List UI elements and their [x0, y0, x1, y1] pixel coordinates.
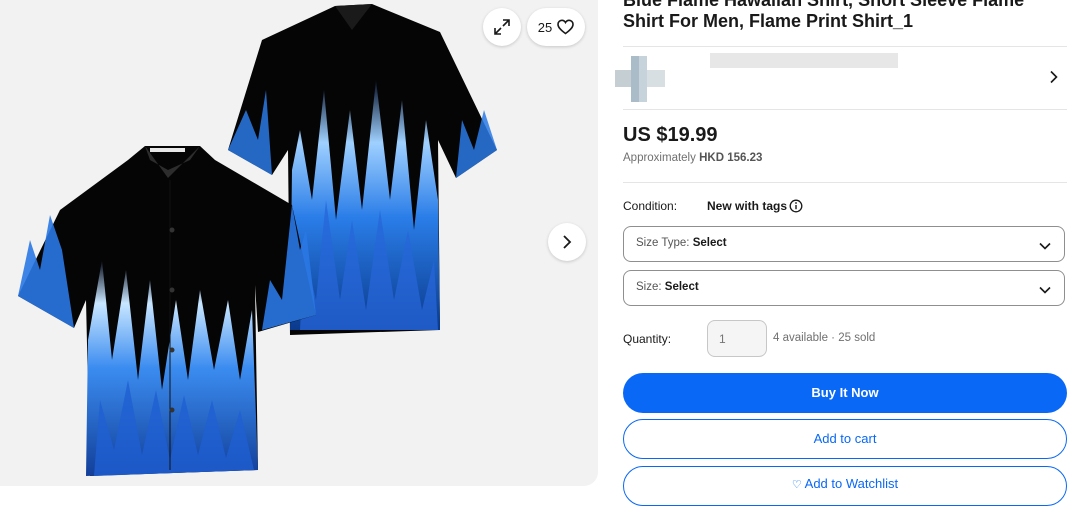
info-icon[interactable] — [789, 199, 803, 213]
product-image[interactable] — [0, 0, 598, 486]
condition-value: New with tags — [707, 199, 788, 213]
next-image-button[interactable] — [548, 223, 586, 261]
size-value: Select — [664, 281, 699, 293]
size-type-value: Select — [692, 237, 727, 249]
expand-icon — [494, 19, 510, 35]
listing-title: Blue Flame Hawaiian Shirt, Short Sleeve … — [623, 0, 1025, 31]
heart-icon — [557, 19, 575, 35]
watch-count: 25 — [537, 19, 553, 35]
buy-it-now-button[interactable]: Buy It Now — [623, 373, 1067, 413]
seller-logo — [615, 56, 665, 102]
size-select[interactable]: Size: Select — [623, 270, 1065, 306]
expand-button[interactable] — [483, 8, 521, 46]
quantity-availability: 4 available · 25 sold — [773, 332, 876, 344]
add-to-cart-button[interactable]: Add to cart — [623, 419, 1067, 459]
size-type-label: Size Type: — [636, 237, 690, 249]
divider — [623, 109, 1067, 110]
chevron-down-icon — [1039, 286, 1051, 294]
approx-price: Approximately HKD 156.23 — [623, 152, 763, 164]
chevron-right-icon — [1050, 70, 1058, 84]
divider — [623, 46, 1067, 47]
image-gallery: 25 — [0, 0, 598, 486]
quantity-input[interactable] — [707, 320, 767, 357]
chevron-right-icon — [563, 235, 572, 249]
quantity-label: Quantity: — [623, 332, 672, 346]
size-type-select[interactable]: Size Type: Select — [623, 226, 1065, 262]
size-label: Size: — [636, 281, 662, 293]
condition-label: Condition: — [623, 199, 678, 213]
watch-count-button[interactable]: 25 — [527, 8, 585, 46]
divider — [623, 182, 1067, 183]
heart-icon: ♡ — [791, 479, 802, 491]
watchlist-label: Add to Watchlist — [804, 476, 899, 491]
listing-panel: Blue Flame Hawaiian Shirt, Short Sleeve … — [615, 0, 1067, 506]
seller-name-placeholder — [710, 53, 898, 68]
price: US $19.99 — [623, 124, 718, 146]
chevron-down-icon — [1039, 242, 1051, 250]
add-to-watchlist-button[interactable]: ♡ Add to Watchlist — [623, 466, 1067, 506]
